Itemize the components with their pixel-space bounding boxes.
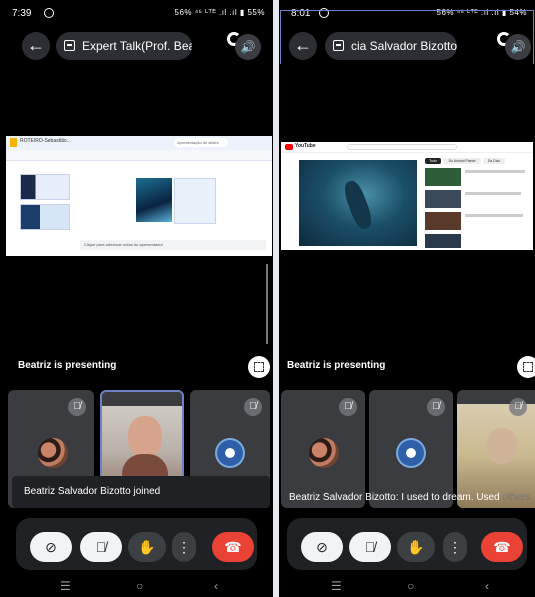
home-icon[interactable]: ○	[136, 579, 143, 593]
android-nav-bar: ☰ ○ ‹	[279, 576, 535, 597]
recents-icon[interactable]: ☰	[60, 579, 71, 593]
nav-back-icon[interactable]: ‹	[485, 579, 489, 593]
avatar	[396, 438, 426, 468]
presenting-label: Beatriz is presenting	[18, 360, 117, 371]
home-icon[interactable]: ○	[407, 579, 414, 593]
back-button[interactable]: ←	[22, 32, 50, 60]
slide-image	[136, 178, 172, 222]
slides-search-box: Apresentação de slides	[174, 138, 228, 147]
call-controls: ⊘ 🎙̸ ✋ ⋮ ☎	[279, 518, 535, 570]
related-title	[465, 214, 523, 217]
right-screenshot: 8:01 56% ⁴⁶ ᴸᵀᴱ .ıl .ıl ▮ 54% ← cia Salv…	[279, 0, 535, 597]
hand-icon: ✋	[407, 539, 425, 555]
related-thumbnail[interactable]	[425, 212, 461, 230]
meeting-title-pill[interactable]: Expert Talk(Prof. Bea	[56, 32, 192, 60]
camera-toggle-button[interactable]: ⊘	[301, 532, 343, 562]
recents-icon[interactable]: ☰	[331, 579, 342, 593]
participant-face	[128, 416, 162, 458]
status-time: 7:39	[12, 8, 32, 19]
video-player[interactable]	[299, 160, 417, 246]
youtube-search-box	[347, 144, 457, 150]
end-call-icon: ☎	[224, 539, 242, 555]
youtube-logo-icon	[285, 144, 293, 150]
end-call-button[interactable]: ☎	[481, 532, 523, 562]
end-call-icon: ☎	[493, 539, 511, 555]
related-title	[465, 170, 525, 173]
mic-off-icon: 🎙̸	[339, 398, 357, 416]
presenting-label: Beatriz is presenting	[287, 360, 386, 371]
slide-thumbnail	[20, 174, 70, 200]
raise-hand-button[interactable]: ✋	[397, 532, 435, 562]
mic-off-icon: 🎙̸	[95, 539, 107, 555]
avatar	[215, 438, 245, 468]
mic-off-icon: 🎙̸	[427, 398, 445, 416]
camera-off-icon: ⊘	[316, 539, 328, 555]
left-screenshot: 7:39 56% ⁴⁶ ᴸᵀᴱ .ıl .ıl ▮ 55% ← Expert T…	[0, 0, 273, 597]
speaker-notes: Clique para adicionar notas do apresenta…	[80, 240, 266, 250]
back-arrow-icon: ←	[27, 35, 45, 55]
call-controls: ⊘ 🎙̸ ✋ ⋮ ☎	[0, 518, 273, 570]
slide-poster	[174, 178, 216, 224]
chip-discovery[interactable]: Da Disc	[483, 158, 505, 164]
mic-off-icon: 🎙̸	[364, 539, 376, 555]
mic-toggle-button[interactable]: 🎙̸	[349, 532, 391, 562]
more-icon: ⋮	[448, 539, 462, 555]
hand-icon: ✋	[138, 539, 156, 555]
slides-logo-icon	[10, 138, 17, 147]
doc-title: ROTEIRO-Sebastião...	[20, 138, 71, 144]
camera-off-icon: ⊘	[45, 539, 57, 555]
speaker-icon: 🔊	[240, 40, 256, 54]
site-name: YouTube	[295, 143, 316, 149]
camera-toggle-button[interactable]: ⊘	[30, 532, 72, 562]
android-nav-bar: ☰ ○ ‹	[0, 576, 273, 597]
video-subject	[340, 178, 376, 232]
nav-back-icon[interactable]: ‹	[214, 579, 218, 593]
shared-screen-slides: ROTEIRO-Sebastião... Apresentação de sli…	[6, 136, 272, 256]
youtube-header: YouTube	[281, 142, 533, 153]
slides-format-bar	[6, 150, 272, 161]
shared-screen-youtube: YouTube Tudo Do Animal Planet Da Disc	[281, 142, 533, 250]
caption-text: Beatriz Salvador Bizotto: I used to drea…	[289, 492, 500, 503]
slides-toolbar: ROTEIRO-Sebastião... Apresentação de sli…	[6, 136, 272, 150]
meeting-title: Expert Talk(Prof. Bea	[82, 39, 192, 53]
more-options-button[interactable]: ⋮	[443, 532, 467, 562]
fullscreen-button[interactable]	[517, 356, 535, 378]
mic-off-icon: 🎙̸	[244, 398, 262, 416]
presentation-area: ROTEIRO-Sebastião... Apresentação de sli…	[0, 64, 273, 386]
mic-off-icon: 🎙̸	[68, 398, 86, 416]
calendar-icon	[64, 40, 75, 51]
related-title	[465, 192, 521, 195]
related-thumbnail[interactable]	[425, 190, 461, 208]
raise-hand-button[interactable]: ✋	[128, 532, 166, 562]
more-icon: ⋮	[177, 539, 191, 555]
audio-output-button[interactable]: 🔊	[235, 34, 261, 60]
presentation-area: YouTube Tudo Do Animal Planet Da Disc Be…	[279, 64, 535, 386]
chip-animal-planet[interactable]: Do Animal Planet	[443, 158, 481, 164]
end-call-button[interactable]: ☎	[212, 532, 254, 562]
live-caption: Beatriz Salvador Bizotto: I used to drea…	[289, 486, 535, 510]
status-bar: 7:39 56% ⁴⁶ ᴸᵀᴱ .ıl .ıl ▮ 55%	[0, 0, 273, 28]
mic-off-icon: 🎙̸	[509, 398, 527, 416]
avatar	[38, 438, 68, 468]
caption-faded: others	[502, 492, 531, 503]
participant-face	[487, 428, 517, 464]
notification-icon	[44, 8, 54, 18]
status-indicators: 56% ⁴⁶ ᴸᵀᴱ .ıl .ıl ▮ 55%	[174, 8, 265, 17]
more-options-button[interactable]: ⋮	[172, 532, 196, 562]
avatar	[309, 438, 339, 468]
join-toast: Beatriz Salvador Bizotto joined	[12, 476, 270, 508]
meeting-top-bar: ← Expert Talk(Prof. Bea 🔊	[0, 30, 273, 64]
related-thumbnail[interactable]	[425, 168, 461, 186]
scroll-indicator[interactable]	[266, 264, 268, 344]
related-thumbnail[interactable]	[425, 234, 461, 248]
fullscreen-button[interactable]	[248, 356, 270, 378]
slide-thumbnail	[20, 204, 70, 230]
chip-all[interactable]: Tudo	[425, 158, 441, 164]
mic-toggle-button[interactable]: 🎙̸	[80, 532, 122, 562]
